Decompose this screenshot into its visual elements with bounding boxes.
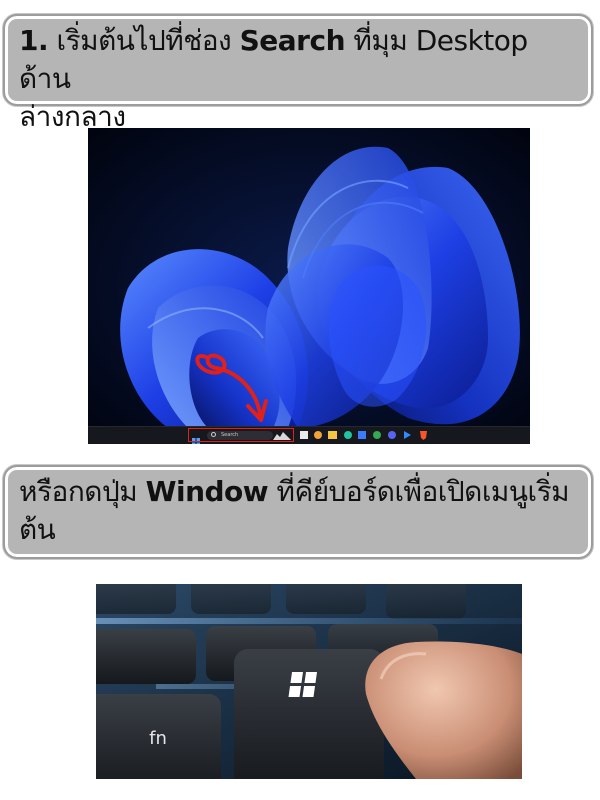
step-2-line-1: หรือกดปุ่ม Window ที่คีย์บอร์ดเพื่อเปิดเ…	[19, 473, 577, 511]
step-1-text-before: เริ่มต้นไปที่ช่อง	[48, 24, 240, 57]
discord-icon	[388, 431, 396, 439]
step-2-keyword: Window	[145, 475, 269, 508]
step-2-line-2: ต้น	[19, 513, 56, 546]
windows-key	[234, 649, 384, 779]
edge-icon	[344, 431, 352, 439]
step-2-text-after: ที่คีย์บอร์ดเพื่อเปิดเมนูเริ่ม	[268, 475, 570, 508]
search-highlight-image	[273, 432, 291, 440]
step-2-instruction: หรือกดปุ่ม Window ที่คีย์บอร์ดเพื่อเปิดเ…	[3, 465, 593, 559]
step-2-text-before: หรือกดปุ่ม	[19, 475, 146, 508]
keyboard-photo: fn	[96, 584, 522, 779]
windows-bloom-wallpaper	[88, 128, 530, 444]
store-icon	[358, 431, 366, 439]
step-1-instruction: 1. เริ่มต้นไปที่ช่อง Search ที่มุม Deskt…	[3, 14, 593, 133]
step-1-keyword: Search	[239, 24, 346, 57]
step-number: 1.	[19, 24, 49, 57]
file-explorer-icon	[328, 431, 337, 439]
chrome-icon	[373, 431, 381, 439]
widgets-icon	[314, 431, 322, 439]
search-icon	[211, 432, 216, 437]
taskbar: Search	[88, 426, 530, 444]
task-view-icon	[300, 431, 308, 439]
keyboard-photo-image: fn	[96, 584, 522, 779]
desktop-screenshot: Search	[88, 128, 530, 444]
step-1-line-1: 1. เริ่มต้นไปที่ช่อง Search ที่มุม Deskt…	[19, 22, 577, 98]
vscode-icon	[404, 431, 411, 439]
taskbar-search-box[interactable]: Search	[207, 431, 273, 440]
taskbar-app-icons	[300, 431, 427, 440]
brave-icon	[420, 431, 427, 440]
search-highlight-box: Search	[188, 428, 294, 442]
search-label: Search	[221, 432, 239, 438]
fn-key-label: fn	[149, 728, 167, 749]
